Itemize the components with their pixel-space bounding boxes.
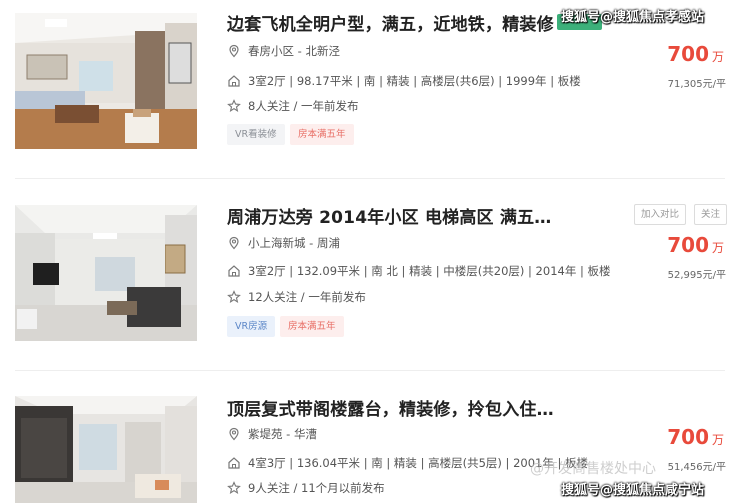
location-text[interactable]: 小上海新城 - 周浦 bbox=[248, 235, 340, 251]
living-room-photo-3 bbox=[15, 396, 197, 503]
home-icon bbox=[227, 264, 241, 278]
location-pin-icon bbox=[227, 427, 241, 441]
listing-photo-1[interactable] bbox=[15, 13, 197, 149]
listing-title-2[interactable]: 周浦万达旁 2014年小区 电梯高区 满五… bbox=[227, 203, 551, 228]
listing-location-3: 紫堤苑 - 华漕 bbox=[227, 426, 317, 442]
tag-vr-listing[interactable]: VR房源 bbox=[227, 316, 276, 337]
living-room-photo-1 bbox=[15, 13, 197, 149]
star-icon bbox=[227, 481, 241, 495]
follow-button[interactable]: 关注 bbox=[694, 204, 728, 225]
followers-text: 9人关注 / 11个月以前发布 bbox=[248, 481, 385, 495]
price-value: 700 bbox=[667, 425, 709, 449]
details-text: 3室2厅 | 98.17平米 | 南 | 精装 | 高楼层(共6层) | 199… bbox=[248, 74, 581, 88]
watermark-top: 搜狐号@搜狐焦点孝感站 bbox=[561, 10, 705, 25]
location-pin-icon bbox=[227, 44, 241, 58]
listing-details-2: 3室2厅 | 132.09平米 | 南 北 | 精装 | 中楼层(共20层) |… bbox=[227, 263, 611, 279]
price-unit: 万 bbox=[711, 241, 724, 255]
price-unit: 万 bbox=[711, 50, 724, 64]
tag-vr-decoration[interactable]: VR看装修 bbox=[227, 124, 285, 145]
price-value: 700 bbox=[667, 42, 709, 66]
listing-followers-3: 9人关注 / 11个月以前发布 bbox=[227, 480, 385, 496]
listing-title-3[interactable]: 顶层复式带阁楼露台，精装修，拎包入住… bbox=[227, 395, 554, 420]
listing-unit-price-3: 51,456元/平 bbox=[667, 462, 726, 473]
listing-photo-2[interactable] bbox=[15, 205, 197, 341]
details-text: 3室2厅 | 132.09平米 | 南 北 | 精装 | 中楼层(共20层) |… bbox=[248, 264, 611, 278]
price-value: 700 bbox=[667, 233, 709, 257]
followers-text: 8人关注 / 一年前发布 bbox=[248, 99, 359, 113]
listing-price-1: 700 万 bbox=[667, 42, 724, 66]
location-text[interactable]: 春房小区 - 北新泾 bbox=[248, 43, 340, 59]
price-unit: 万 bbox=[711, 433, 724, 447]
listing-followers-2: 12人关注 / 一年前发布 bbox=[227, 289, 366, 305]
listing-location-2: 小上海新城 - 周浦 bbox=[227, 235, 340, 251]
home-icon bbox=[227, 456, 241, 470]
listing-location-1: 春房小区 - 北新泾 bbox=[227, 43, 340, 59]
listing-price-2: 700 万 bbox=[667, 233, 724, 257]
tag-deed-five-years: 房本满五年 bbox=[290, 124, 354, 145]
listing-divider bbox=[15, 370, 725, 371]
listing-unit-price-2: 52,995元/平 bbox=[667, 270, 726, 281]
star-icon bbox=[227, 99, 241, 113]
listing-price-3: 700 万 bbox=[667, 425, 724, 449]
add-compare-button[interactable]: 加入对比 bbox=[634, 204, 687, 225]
listing-title-1[interactable]: 边套飞机全明户型，满五，近地铁，精装修 bbox=[227, 10, 554, 35]
location-pin-icon bbox=[227, 236, 241, 250]
star-icon bbox=[227, 290, 241, 304]
home-icon bbox=[227, 74, 241, 88]
watermark-faint: @开发商售楼处中心 bbox=[530, 461, 656, 477]
listing-photo-3[interactable] bbox=[15, 396, 197, 503]
location-text[interactable]: 紫堤苑 - 华漕 bbox=[248, 426, 317, 442]
tag-deed-five-years: 房本满五年 bbox=[280, 316, 344, 337]
watermark-bottom: 搜狐号@搜狐焦点咸宁站 bbox=[561, 483, 705, 498]
listing-card-2[interactable]: 周浦万达旁 2014年小区 电梯高区 满五… 加入对比 关注 小上海新城 - 周… bbox=[0, 190, 740, 365]
listing-followers-1: 8人关注 / 一年前发布 bbox=[227, 98, 359, 114]
listing-card-1[interactable]: 边套飞机全明户型，满五，近地铁，精装修 春房小区 - 北新泾 3室2厅 | 98… bbox=[0, 0, 740, 170]
listing-details-1: 3室2厅 | 98.17平米 | 南 | 精装 | 高楼层(共6层) | 199… bbox=[227, 73, 581, 89]
listing-divider bbox=[15, 178, 725, 179]
listing-unit-price-1: 71,305元/平 bbox=[667, 79, 726, 90]
followers-text: 12人关注 / 一年前发布 bbox=[248, 290, 366, 304]
living-room-photo-2 bbox=[15, 205, 197, 341]
